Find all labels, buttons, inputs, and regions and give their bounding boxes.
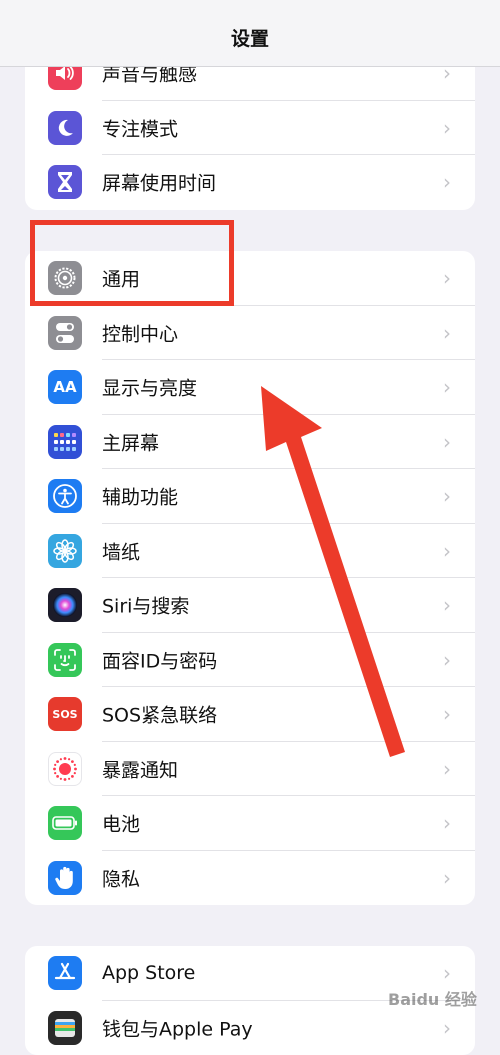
annotation-arrow	[0, 0, 500, 1035]
watermark: Baidu 经验	[388, 986, 477, 1010]
